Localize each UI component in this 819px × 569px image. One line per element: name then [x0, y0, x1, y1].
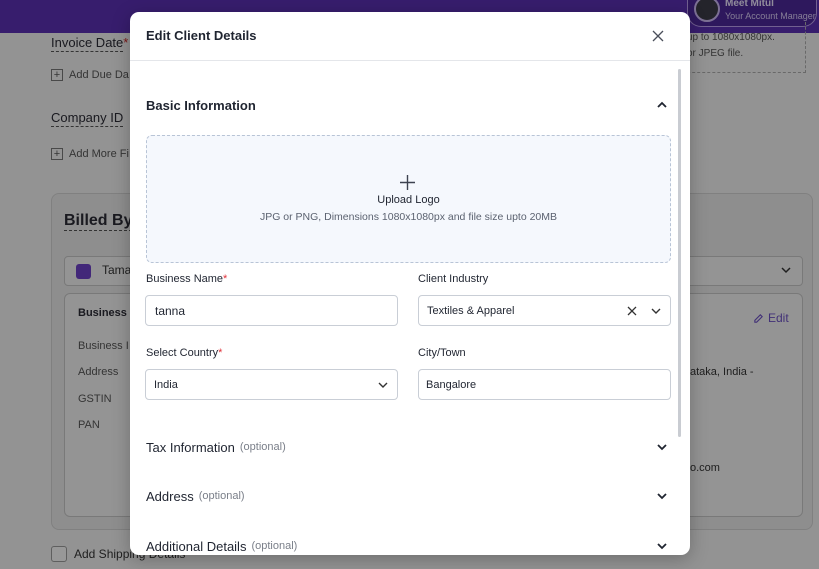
modal-title: Edit Client Details — [146, 28, 257, 43]
country-label: Select Country* — [146, 347, 223, 359]
address-optional: (optional) — [198, 490, 245, 502]
upload-logo-dropzone[interactable]: Upload Logo JPG or PNG, Dimensions 1080x… — [146, 135, 671, 263]
country-value: India — [154, 379, 178, 391]
client-industry-value: Textiles & Apparel — [427, 305, 515, 317]
client-industry-select[interactable]: Textiles & Apparel — [418, 295, 671, 326]
upload-logo-title: Upload Logo — [377, 194, 440, 206]
basic-information-header[interactable]: Basic Information — [146, 94, 674, 116]
chevron-down-icon — [657, 493, 667, 500]
modal-header: Edit Client Details — [130, 12, 690, 61]
tax-information-title: Tax Information — [146, 439, 235, 455]
scrollbar[interactable] — [678, 69, 681, 437]
tax-information-header[interactable]: Tax Information (optional) — [146, 436, 674, 458]
client-industry-label: Client Industry — [418, 273, 489, 285]
clear-icon[interactable] — [627, 306, 637, 316]
city-input[interactable] — [418, 369, 671, 400]
plus-icon — [400, 175, 415, 190]
additional-details-title: Additional Details — [146, 538, 247, 554]
tax-information-optional: (optional) — [239, 441, 286, 453]
business-name-input[interactable] — [145, 295, 398, 326]
upload-logo-hint: JPG or PNG, Dimensions 1080x1080px and f… — [259, 211, 558, 223]
country-select[interactable]: India — [145, 369, 398, 400]
basic-information-title: Basic Information — [146, 97, 256, 113]
business-name-label: Business Name* — [146, 273, 228, 285]
city-label: City/Town — [418, 347, 466, 359]
address-header[interactable]: Address (optional) — [146, 485, 674, 507]
chevron-down-icon — [378, 382, 388, 388]
chevron-down-icon — [657, 543, 667, 550]
chevron-down-icon — [651, 308, 661, 314]
chevron-up-icon — [657, 101, 667, 108]
close-icon[interactable] — [650, 28, 666, 44]
edit-client-modal: Edit Client Details Basic Information Up… — [130, 12, 690, 555]
additional-details-header[interactable]: Additional Details (optional) — [146, 535, 674, 555]
chevron-down-icon — [657, 444, 667, 451]
additional-details-optional: (optional) — [251, 540, 298, 552]
address-title: Address — [146, 488, 194, 504]
